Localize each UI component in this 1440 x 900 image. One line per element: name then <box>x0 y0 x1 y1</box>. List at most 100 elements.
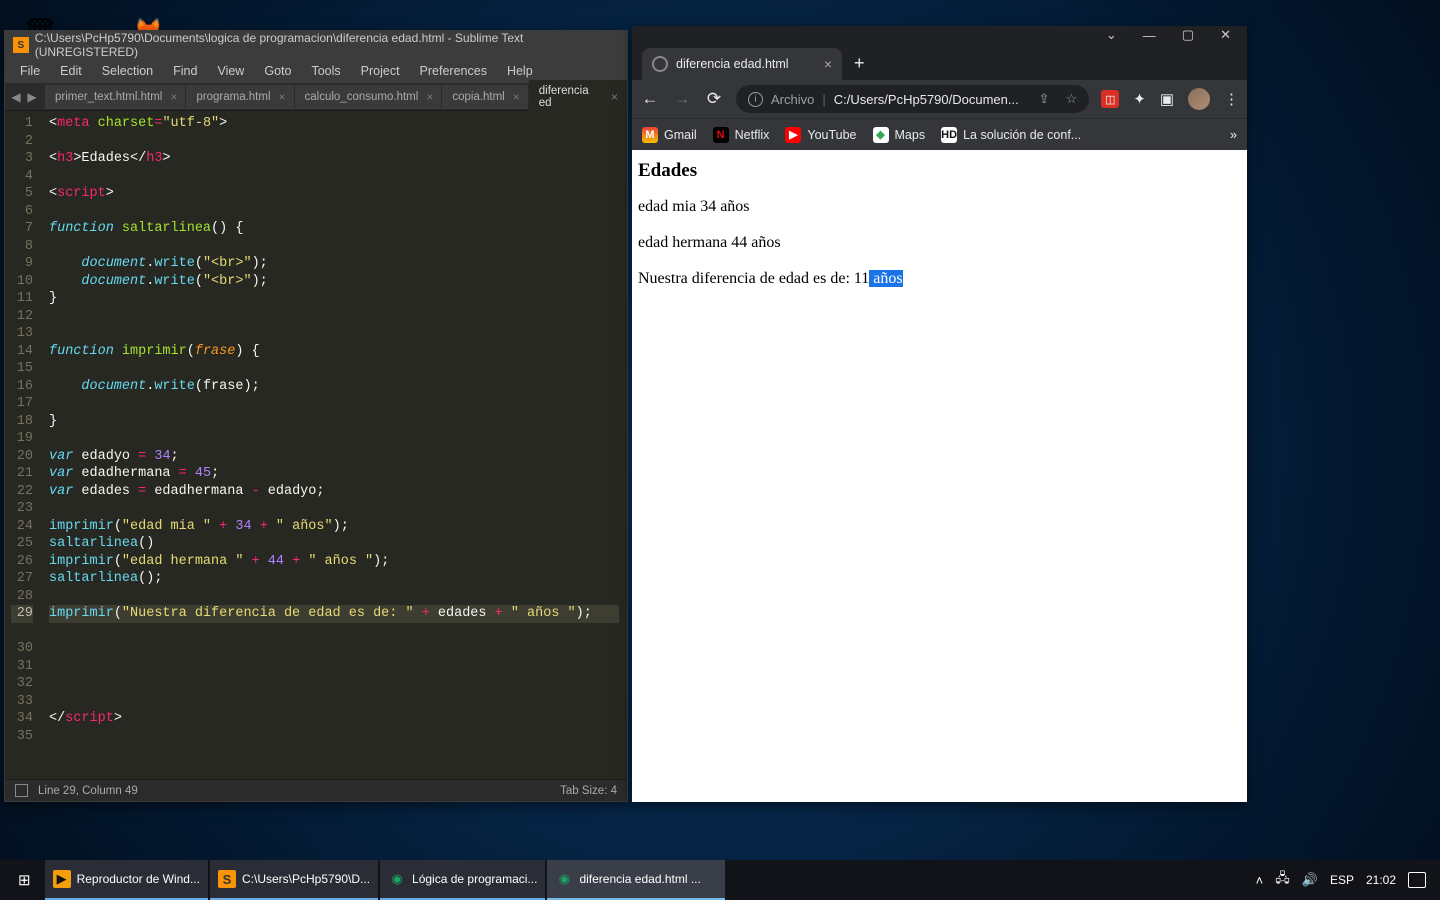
close-icon[interactable]: × <box>426 90 433 104</box>
maximize-icon[interactable]: ▢ <box>1182 27 1194 43</box>
extensions-icon[interactable]: ✦ <box>1133 90 1146 108</box>
chevron-down-icon[interactable]: ⌄ <box>1106 27 1117 43</box>
page-heading: Edades <box>638 160 1241 182</box>
chrome-window: ⌄ — ▢ ✕ diferencia edad.html × + ← → ⟳ i… <box>632 26 1247 802</box>
close-icon[interactable]: ✕ <box>1220 27 1231 43</box>
chrome-tabstrip: diferencia edad.html × + <box>632 44 1247 80</box>
code-content[interactable]: <meta charset="utf-8"> <h3>Edades</h3> <… <box>41 111 627 779</box>
tab-diferencia[interactable]: diferencia ed × <box>529 80 627 114</box>
close-icon[interactable]: × <box>279 90 286 104</box>
wmplayer-icon: ▶ <box>53 870 71 888</box>
menu-selection[interactable]: Selection <box>93 61 162 81</box>
tab-next-icon[interactable]: ▶ <box>25 90 39 104</box>
adblock-icon[interactable]: ◫ <box>1101 90 1119 108</box>
tab-prev-icon[interactable]: ◀ <box>9 90 23 104</box>
taskbar-item-chrome-2[interactable]: ◉diferencia edad.html ... <box>547 860 724 900</box>
new-tab-button[interactable]: + <box>854 53 865 74</box>
bookmark-star-icon[interactable]: ☆ <box>1066 91 1078 107</box>
bookmark-netflix[interactable]: NNetflix <box>713 127 770 143</box>
taskbar-label: C:\Users\PcHp5790\D... <box>242 872 370 886</box>
tab-label: diferencia ed <box>539 85 603 109</box>
page-text: Nuestra diferencia de edad es de: 11 <box>638 270 869 287</box>
sublime-title-text: C:\Users\PcHp5790\Documents\logica de pr… <box>35 31 619 59</box>
line-gutter: 1 2 3 4 5 6 7 8 9 10 11 12 13 14 15 16 1… <box>5 111 41 779</box>
browser-tab[interactable]: diferencia edad.html × <box>642 48 842 80</box>
url-scheme: Archivo <box>771 92 814 107</box>
back-button[interactable]: ← <box>640 89 660 109</box>
site-info-icon[interactable]: i <box>748 92 763 107</box>
bookmarks-overflow-icon[interactable]: » <box>1230 128 1237 142</box>
sublime-titlebar[interactable]: S C:\Users\PcHp5790\Documents\logica de … <box>5 31 627 59</box>
bookmark-solucion[interactable]: HDLa solución de conf... <box>941 127 1081 143</box>
tab-programa[interactable]: programa.html × <box>186 85 294 109</box>
chrome-icon: ◉ <box>388 870 406 888</box>
tab-calculo[interactable]: calculo_consumo.html × <box>295 85 443 109</box>
profile-avatar[interactable] <box>1188 88 1210 110</box>
network-icon[interactable]: 🖧 <box>1275 869 1290 891</box>
menu-goto[interactable]: Goto <box>255 61 300 81</box>
start-button[interactable]: ⊞ <box>6 871 43 889</box>
tab-primer[interactable]: primer_text.html.html× <box>45 85 186 109</box>
page-line-3: Nuestra diferencia de edad es de: 11 año… <box>638 270 1241 288</box>
address-bar[interactable]: i Archivo | C:/Users/PcHp5790/Documen...… <box>736 85 1089 113</box>
close-icon[interactable]: × <box>611 90 618 104</box>
page-content: Edades edad mia 34 años edad hermana 44 … <box>632 150 1247 802</box>
menu-help[interactable]: Help <box>498 61 542 81</box>
tab-label: copia.html <box>452 91 504 103</box>
sidebar-toggle-icon[interactable] <box>15 784 28 797</box>
tab-title: diferencia edad.html <box>676 57 789 71</box>
language-indicator[interactable]: ESP <box>1330 873 1354 887</box>
taskbar-item-chrome-1[interactable]: ◉ Lógica de programaci... <box>380 860 545 900</box>
menu-edit[interactable]: Edit <box>51 61 91 81</box>
bookmark-youtube[interactable]: ▶YouTube <box>785 127 856 143</box>
menu-project[interactable]: Project <box>352 61 409 81</box>
tray-chevron-icon[interactable]: ˄ <box>1256 873 1264 888</box>
tab-nav: ◀ ▶ <box>9 90 39 104</box>
forward-button[interactable]: → <box>672 89 692 109</box>
clock[interactable]: 21:02 <box>1366 873 1396 887</box>
taskbar: ⊞ ▶ Reproductor de Wind... SC:\Users\PcHp… <box>0 860 1440 900</box>
menu-tools[interactable]: Tools <box>302 61 349 81</box>
status-tabsize[interactable]: Tab Size: 4 <box>560 785 617 797</box>
bookmark-label: Maps <box>895 128 926 142</box>
menu-icon[interactable]: ⋮ <box>1224 90 1239 108</box>
gmail-icon: M <box>642 127 658 143</box>
taskbar-label: diferencia edad.html ... <box>579 872 700 886</box>
bookmark-label: Gmail <box>664 128 697 142</box>
tab-label: calculo_consumo.html <box>305 91 419 103</box>
sublime-statusbar: Line 29, Column 49 Tab Size: 4 <box>5 779 627 801</box>
tab-label: programa.html <box>196 91 270 103</box>
tab-copia[interactable]: copia.html × <box>442 85 528 109</box>
page-line-1: edad mia 34 años <box>638 198 1241 216</box>
minimize-icon[interactable]: — <box>1143 28 1156 43</box>
chrome-toolbar: ← → ⟳ i Archivo | C:/Users/PcHp5790/Docu… <box>632 80 1247 118</box>
bookmark-label: La solución de conf... <box>963 128 1081 142</box>
bookmark-gmail[interactable]: M Gmail <box>642 127 697 143</box>
page-line-2: edad hermana 44 años <box>638 234 1241 252</box>
taskbar-label: Lógica de programaci... <box>412 872 537 886</box>
status-cursor: Line 29, Column 49 <box>38 785 138 797</box>
sidepanel-icon[interactable]: ▣ <box>1160 90 1174 108</box>
share-icon[interactable]: ⇪ <box>1039 91 1050 107</box>
taskbar-item-reproductor[interactable]: ▶ Reproductor de Wind... <box>45 860 208 900</box>
bookmarks-bar: M Gmail NNetflix ▶YouTube ◆Maps HDLa solu… <box>632 118 1247 150</box>
chrome-window-controls: ⌄ — ▢ ✕ <box>632 26 1247 44</box>
code-editor[interactable]: 1 2 3 4 5 6 7 8 9 10 11 12 13 14 15 16 1… <box>5 111 627 779</box>
url-text: C:/Users/PcHp5790/Documen... <box>834 92 1019 107</box>
reload-button[interactable]: ⟳ <box>704 89 724 109</box>
menu-file[interactable]: File <box>11 61 49 81</box>
taskbar-label: Reproductor de Wind... <box>77 872 200 886</box>
bookmark-label: YouTube <box>807 128 856 142</box>
close-icon[interactable]: × <box>170 90 177 104</box>
menu-view[interactable]: View <box>208 61 253 81</box>
close-icon[interactable]: × <box>513 90 520 104</box>
taskbar-item-sublime[interactable]: SC:\Users\PcHp5790\D... <box>210 860 378 900</box>
sublime-app-icon: S <box>13 37 29 53</box>
bookmark-maps[interactable]: ◆Maps <box>873 127 926 143</box>
close-icon[interactable]: × <box>824 56 832 72</box>
menu-find[interactable]: Find <box>164 61 206 81</box>
menu-preferences[interactable]: Preferences <box>411 61 496 81</box>
notifications-icon[interactable] <box>1408 872 1426 888</box>
volume-icon[interactable]: 🔊 <box>1302 872 1318 888</box>
system-tray: ˄ 🖧 🔊 ESP 21:02 <box>1256 869 1434 891</box>
